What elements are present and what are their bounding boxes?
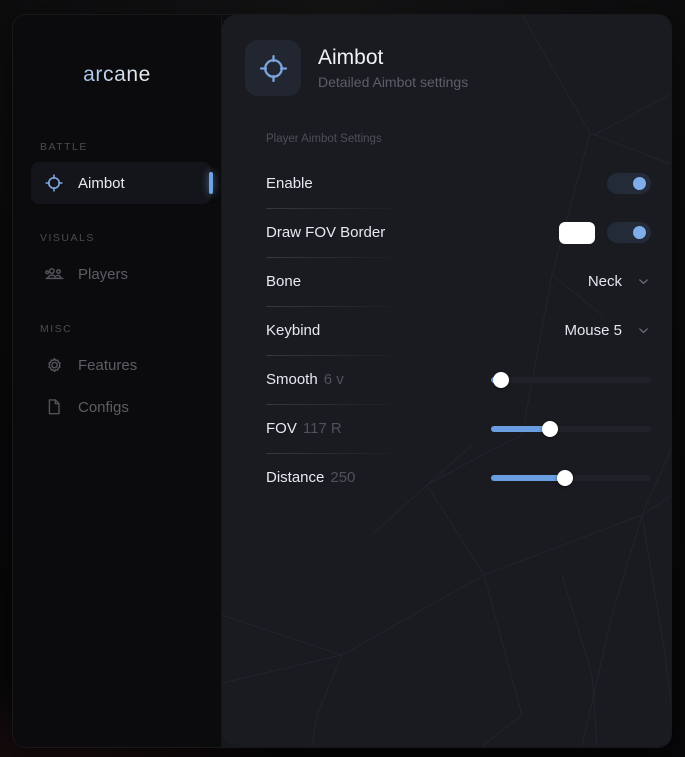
sidebar-section-battle: BATTLE bbox=[40, 141, 88, 153]
setting-row-enable: Enable bbox=[266, 159, 651, 208]
smooth-slider[interactable] bbox=[491, 371, 651, 389]
setting-value: 6 v bbox=[323, 371, 344, 388]
setting-label: Bone bbox=[266, 273, 302, 290]
setting-row-distance: Distance 250 bbox=[266, 453, 651, 502]
draw-fov-border-toggle[interactable] bbox=[607, 222, 651, 243]
setting-control: Neck bbox=[588, 273, 651, 290]
sidebar-item-features[interactable]: Features bbox=[31, 344, 211, 386]
setting-control bbox=[491, 469, 651, 487]
page-title: Aimbot bbox=[318, 46, 384, 70]
sidebar-item-configs[interactable]: Configs bbox=[31, 386, 211, 428]
setting-control bbox=[491, 371, 651, 389]
keybind-dropdown[interactable]: Mouse 5 bbox=[564, 322, 651, 339]
setting-row-fov: FOV 117 R bbox=[266, 404, 651, 453]
dropdown-value: Neck bbox=[587, 273, 622, 290]
sidebar-item-aimbot[interactable]: Aimbot bbox=[31, 162, 213, 204]
page-subtitle: Detailed Aimbot settings bbox=[318, 73, 469, 90]
setting-value: 250 bbox=[330, 469, 356, 486]
setting-control bbox=[607, 173, 651, 194]
setting-label: Smooth bbox=[266, 371, 318, 388]
bone-dropdown[interactable]: Neck bbox=[588, 273, 651, 290]
setting-control bbox=[491, 420, 651, 438]
setting-control bbox=[559, 221, 651, 244]
enable-toggle[interactable] bbox=[607, 173, 651, 194]
sidebar-section-visuals: VISUALS bbox=[40, 232, 95, 244]
setting-row-draw-fov-border: Draw FOV Border bbox=[266, 208, 651, 257]
content-surface: Aimbot Detailed Aimbot settings Player A… bbox=[222, 15, 671, 746]
sidebar-nav: BATTLE Aimbot VISUALS Players MISC Featu… bbox=[13, 141, 221, 428]
setting-control: Mouse 5 bbox=[564, 322, 651, 339]
setting-value: 117 R bbox=[302, 420, 342, 437]
header-icon-tile bbox=[245, 40, 301, 96]
chevron-down-icon bbox=[636, 274, 651, 289]
setting-label: Enable bbox=[266, 175, 313, 192]
toggle-knob bbox=[633, 226, 646, 239]
header-text: Aimbot Detailed Aimbot settings bbox=[318, 46, 468, 89]
fov-border-color-swatch[interactable] bbox=[559, 221, 595, 244]
setting-label: FOV bbox=[266, 420, 297, 437]
sidebar-item-label: Features bbox=[78, 356, 138, 374]
chevron-down-icon bbox=[636, 323, 651, 338]
app-root: arcane BATTLE Aimbot VISUALS Players MIS… bbox=[0, 0, 685, 757]
document-icon bbox=[43, 396, 65, 418]
app-window: arcane BATTLE Aimbot VISUALS Players MIS… bbox=[12, 14, 672, 748]
slider-track bbox=[491, 376, 651, 383]
people-icon bbox=[43, 263, 65, 285]
dropdown-value: Mouse 5 bbox=[564, 322, 622, 339]
fov-slider[interactable] bbox=[491, 420, 651, 438]
distance-slider[interactable] bbox=[491, 469, 651, 487]
slider-fill bbox=[491, 474, 565, 481]
sidebar-item-players[interactable]: Players bbox=[31, 253, 211, 295]
sidebar-item-label: Aimbot bbox=[78, 174, 125, 192]
slider-thumb[interactable] bbox=[556, 469, 573, 486]
slider-thumb[interactable] bbox=[492, 371, 509, 388]
toggle-knob bbox=[633, 177, 646, 190]
setting-row-bone: Bone Neck bbox=[266, 257, 651, 306]
page-header: Aimbot Detailed Aimbot settings bbox=[222, 15, 671, 96]
sidebar: arcane BATTLE Aimbot VISUALS Players MIS… bbox=[13, 15, 222, 747]
setting-label: Draw FOV Border bbox=[266, 224, 386, 241]
setting-row-keybind: Keybind Mouse 5 bbox=[266, 306, 651, 355]
settings-list: Enable Draw FOV Border Bone Neck Keybind… bbox=[222, 159, 671, 502]
sidebar-item-label: Players bbox=[78, 265, 129, 283]
setting-row-smooth: Smooth 6 v bbox=[266, 355, 651, 404]
crosshair-icon bbox=[259, 54, 287, 82]
slider-thumb[interactable] bbox=[542, 420, 559, 437]
content-panel: Aimbot Detailed Aimbot settings Player A… bbox=[222, 15, 671, 747]
sidebar-item-label: Configs bbox=[78, 398, 129, 416]
setting-label: Keybind bbox=[266, 322, 321, 339]
gear-icon bbox=[43, 354, 65, 376]
crosshair-icon bbox=[43, 172, 65, 194]
active-indicator bbox=[209, 172, 213, 194]
app-logo: arcane bbox=[13, 63, 221, 87]
setting-label: Distance bbox=[266, 469, 325, 486]
sidebar-section-misc: MISC bbox=[40, 323, 73, 335]
section-label: Player Aimbot Settings bbox=[266, 133, 382, 145]
